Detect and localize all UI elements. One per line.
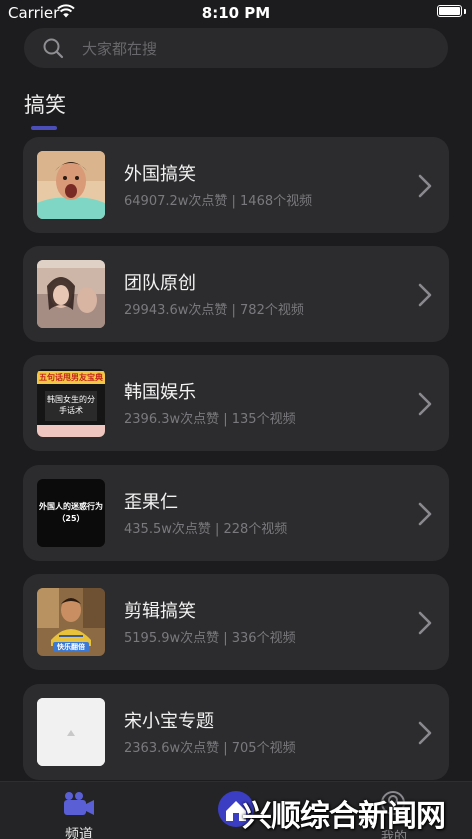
channel-title: 韩国娱乐 [124, 382, 196, 403]
chevron-right-icon [418, 721, 432, 745]
channel-thumbnail: 外国人的迷惑行为（25） [37, 479, 105, 547]
channel-thumbnail: 快乐翻倍 [37, 588, 105, 656]
channel-thumbnail: 五句话甩男友宝典 韩国女生的分手话术 [37, 369, 105, 437]
channel-title: 宋小宝专题 [124, 711, 214, 732]
search-bar[interactable]: 大家都在搜 [24, 28, 448, 68]
search-icon [43, 38, 64, 59]
channel-meta: 5195.9w次点赞 | 336个视频 [124, 631, 296, 646]
status-bar: Carrier 8:10 PM [0, 0, 472, 26]
list-item[interactable]: 外国人的迷惑行为（25） 歪果仁 435.5w次点赞 | 228个视频 [23, 465, 449, 561]
thumbnail-caption: 快乐翻倍 [57, 643, 85, 651]
search-placeholder: 大家都在搜 [82, 40, 158, 58]
list-item[interactable]: 快乐翻倍 剪辑搞笑 5195.9w次点赞 | 336个视频 [23, 574, 449, 670]
section-title[interactable]: 搞笑 [24, 89, 66, 119]
list-item[interactable]: 宋小宝专题 2363.6w次点赞 | 705个视频 [23, 684, 449, 780]
thumbnail-caption: 外国人的迷惑行为（25） [39, 502, 103, 523]
channel-thumbnail [37, 260, 105, 328]
channel-title: 歪果仁 [124, 492, 178, 513]
tab-channels-label: 频道 [65, 827, 93, 839]
chevron-right-icon [418, 502, 432, 526]
chevron-right-icon [418, 174, 432, 198]
list-item[interactable]: 团队原创 29943.6w次点赞 | 782个视频 [23, 246, 449, 342]
battery-tip [464, 9, 466, 14]
chevron-right-icon [418, 283, 432, 307]
channel-meta: 435.5w次点赞 | 228个视频 [124, 522, 288, 537]
channel-meta: 64907.2w次点赞 | 1468个视频 [124, 194, 313, 209]
list-item[interactable]: 外国搞笑 64907.2w次点赞 | 1468个视频 [23, 137, 449, 233]
battery-icon [437, 5, 462, 17]
thumbnail-banner: 五句话甩男友宝典 [39, 373, 103, 382]
channel-meta: 2396.3w次点赞 | 135个视频 [124, 412, 296, 427]
watermark-text: 兴顺综合新闻网 [242, 799, 446, 834]
channel-meta: 29943.6w次点赞 | 782个视频 [124, 303, 304, 318]
watermark: 兴顺综合新闻网 [216, 787, 470, 837]
thumbnail-caption: 韩国女生的分手话术 [47, 395, 95, 415]
channel-title: 剪辑搞笑 [124, 601, 196, 622]
video-camera-icon [64, 792, 94, 815]
channel-thumbnail [37, 151, 105, 219]
chevron-right-icon [418, 611, 432, 635]
section-tab-indicator [31, 126, 57, 130]
channel-title: 团队原创 [124, 273, 196, 294]
list-item[interactable]: 五句话甩男友宝典 韩国女生的分手话术 韩国娱乐 2396.3w次点赞 | 135… [23, 355, 449, 451]
channel-thumbnail [37, 698, 105, 766]
channel-title: 外国搞笑 [124, 164, 196, 185]
tab-channels[interactable]: 频道 [48, 788, 110, 839]
channel-meta: 2363.6w次点赞 | 705个视频 [124, 741, 296, 756]
chevron-right-icon [418, 392, 432, 416]
clock-time: 8:10 PM [201, 4, 271, 22]
